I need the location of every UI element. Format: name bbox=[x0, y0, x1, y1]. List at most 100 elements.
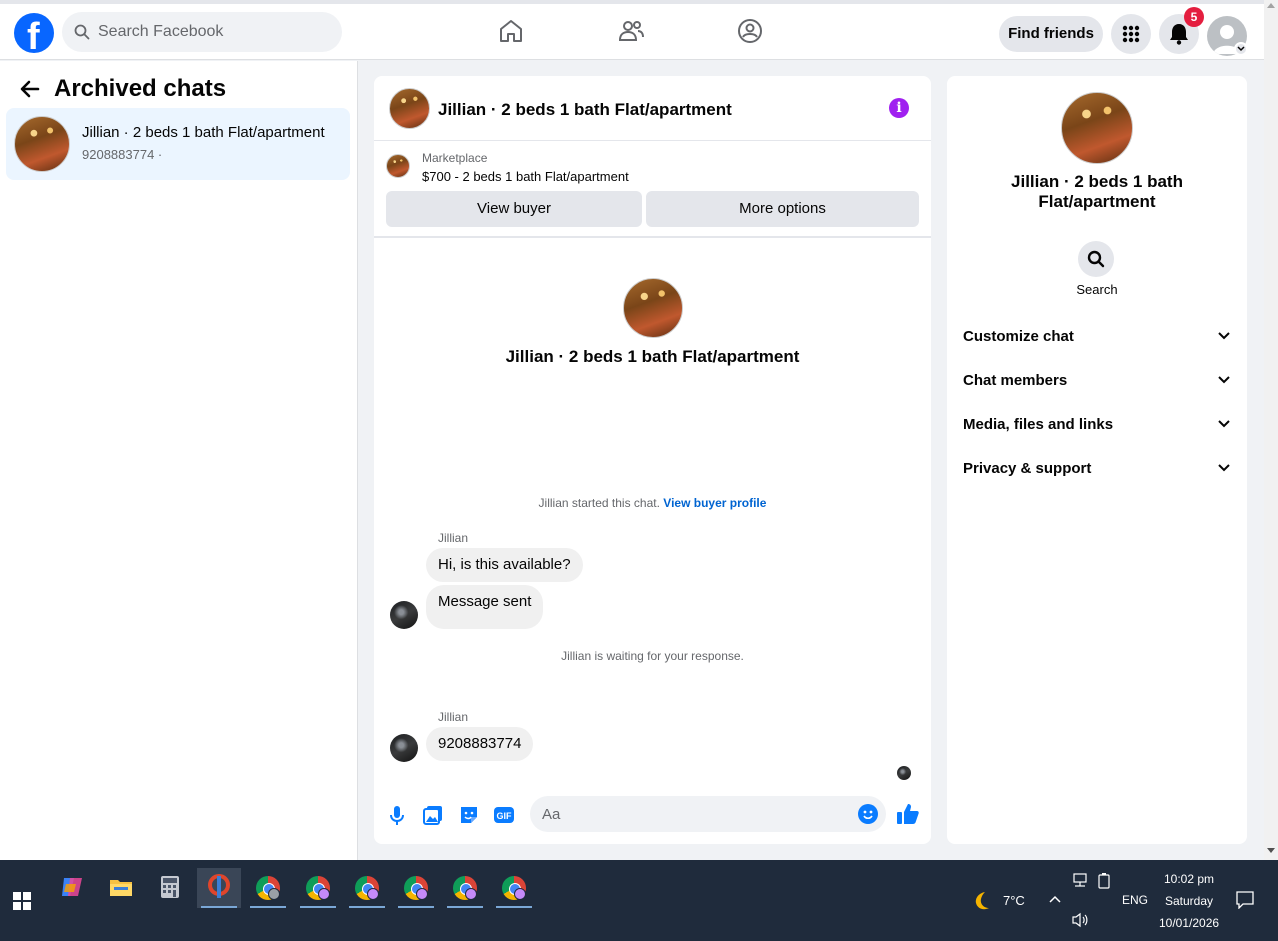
chrome-app[interactable] bbox=[443, 868, 487, 908]
clock-time[interactable]: 10:02 pm bbox=[1164, 872, 1214, 886]
page-scrollbar[interactable] bbox=[1264, 0, 1278, 860]
message-composer: GIF bbox=[374, 788, 931, 844]
windows-start-icon[interactable] bbox=[13, 892, 31, 910]
chrome-app[interactable] bbox=[394, 868, 438, 908]
like-icon[interactable] bbox=[896, 802, 920, 826]
active-indicator bbox=[349, 906, 385, 908]
chrome-app[interactable] bbox=[296, 868, 340, 908]
search-input[interactable] bbox=[98, 12, 328, 52]
marketplace-label: Marketplace bbox=[422, 151, 488, 165]
customize-chat-section[interactable]: Customize chat bbox=[955, 315, 1239, 359]
marketplace-listing: Marketplace $700 - 2 beds 1 bath Flat/ap… bbox=[374, 142, 931, 238]
active-indicator bbox=[496, 906, 532, 908]
chrome-app[interactable] bbox=[345, 868, 389, 908]
conversation-title[interactable]: Jillian · 2 beds 1 bath Flat/apartment bbox=[438, 100, 732, 120]
sticker-icon[interactable] bbox=[458, 804, 480, 826]
snipping-tool-app[interactable] bbox=[197, 868, 241, 908]
view-buyer-profile-link[interactable]: View buyer profile bbox=[663, 496, 766, 510]
account-chevron[interactable] bbox=[1234, 42, 1248, 56]
section-label: Media, files and links bbox=[963, 416, 1114, 433]
message-sender: Jillian bbox=[438, 531, 469, 545]
snipping-icon bbox=[208, 874, 230, 898]
battery-icon[interactable] bbox=[1097, 873, 1111, 889]
notification-badge: 5 bbox=[1184, 7, 1204, 27]
copilot-icon bbox=[62, 878, 82, 896]
menu-button[interactable] bbox=[1111, 14, 1151, 54]
hero-avatar bbox=[623, 278, 683, 338]
windows-taskbar: 7°C ENG 10:02 pm Saturday 10/01/2026 bbox=[0, 860, 1278, 941]
view-buyer-button[interactable]: View buyer bbox=[386, 191, 642, 227]
calculator-icon bbox=[161, 876, 179, 898]
message-bubble[interactable]: Hi, is this available? bbox=[426, 548, 583, 582]
clock-day[interactable]: Saturday bbox=[1165, 894, 1213, 908]
scroll-up-arrow[interactable] bbox=[1267, 3, 1275, 8]
chevron-up-icon[interactable] bbox=[1049, 895, 1061, 903]
gif-icon[interactable]: GIF bbox=[493, 804, 515, 826]
info-icon[interactable]: i bbox=[889, 98, 909, 118]
message-input[interactable] bbox=[530, 796, 886, 832]
section-label: Chat members bbox=[963, 372, 1068, 389]
profile-icon bbox=[514, 888, 526, 900]
chat-thumbnail bbox=[14, 116, 70, 172]
details-search-button[interactable] bbox=[1078, 241, 1114, 277]
archived-chats-panel: Archived chats Jillian · 2 beds 1 bath F… bbox=[0, 61, 358, 860]
listing-title[interactable]: $700 - 2 beds 1 bath Flat/apartment bbox=[422, 169, 629, 184]
chrome-app[interactable] bbox=[246, 868, 290, 908]
chrome-app[interactable] bbox=[492, 868, 536, 908]
weather-temp[interactable]: 7°C bbox=[1003, 893, 1025, 908]
chevron-down-icon bbox=[1237, 46, 1245, 52]
search-box[interactable] bbox=[62, 12, 342, 52]
calculator-app[interactable] bbox=[148, 868, 192, 908]
section-label: Privacy & support bbox=[963, 460, 1092, 477]
search-icon bbox=[74, 24, 90, 40]
message-bubble[interactable]: Message sent bbox=[426, 585, 544, 629]
active-indicator bbox=[250, 906, 286, 908]
more-options-button[interactable]: More options bbox=[646, 191, 919, 227]
conversation-thumbnail[interactable] bbox=[389, 88, 430, 129]
image-icon[interactable] bbox=[422, 804, 444, 826]
network-icon[interactable] bbox=[1071, 873, 1089, 887]
emoji-icon[interactable] bbox=[858, 804, 878, 824]
profile-icon bbox=[318, 888, 330, 900]
message-bubble[interactable]: 9208883774 bbox=[426, 727, 534, 761]
mic-icon[interactable] bbox=[386, 804, 408, 826]
chevron-down-icon bbox=[1218, 332, 1230, 340]
details-avatar bbox=[1061, 92, 1133, 164]
profile-icon bbox=[416, 888, 428, 900]
listing-thumbnail bbox=[386, 154, 410, 178]
active-indicator bbox=[398, 906, 434, 908]
media-files-links-section[interactable]: Media, files and links bbox=[955, 403, 1239, 447]
top-navigation-bar: f Find friends 5 bbox=[0, 0, 1264, 60]
chat-started-notice: Jillian started this chat. View buyer pr… bbox=[374, 496, 931, 510]
language-indicator[interactable]: ENG bbox=[1122, 893, 1148, 907]
chat-members-section[interactable]: Chat members bbox=[955, 359, 1239, 403]
friends-icon[interactable] bbox=[618, 18, 644, 44]
chat-name: Jillian · 2 beds 1 bath Flat/apartment bbox=[82, 124, 325, 141]
clock-date[interactable]: 10/01/2026 bbox=[1159, 916, 1219, 930]
copilot-app[interactable] bbox=[50, 868, 94, 908]
smile-icon bbox=[863, 810, 873, 820]
menu-grid-icon bbox=[1122, 25, 1140, 43]
privacy-support-section[interactable]: Privacy & support bbox=[955, 447, 1239, 491]
details-title: Jillian · 2 beds 1 bath Flat/apartment bbox=[1011, 172, 1183, 211]
sender-avatar[interactable] bbox=[390, 601, 418, 629]
find-friends-button[interactable]: Find friends bbox=[999, 16, 1103, 52]
notification-center-icon[interactable] bbox=[1236, 891, 1254, 909]
chat-preview: 9208883774 · bbox=[82, 147, 163, 162]
home-icon[interactable] bbox=[498, 18, 524, 44]
facebook-logo[interactable]: f bbox=[14, 13, 54, 58]
groups-icon[interactable] bbox=[737, 18, 763, 44]
sender-avatar[interactable] bbox=[390, 734, 418, 762]
back-arrow-icon[interactable] bbox=[18, 77, 42, 101]
waiting-notice: Jillian is waiting for your response. bbox=[561, 649, 744, 663]
chat-list-item[interactable]: Jillian · 2 beds 1 bath Flat/apartment 9… bbox=[6, 108, 350, 180]
active-indicator bbox=[447, 906, 483, 908]
page-title: Archived chats bbox=[54, 75, 227, 102]
scroll-down-arrow[interactable] bbox=[1267, 848, 1275, 853]
file-explorer-app[interactable] bbox=[99, 868, 143, 908]
svg-text:GIF: GIF bbox=[497, 811, 513, 821]
seen-indicator bbox=[897, 766, 911, 780]
conversation-panel: Jillian · 2 beds 1 bath Flat/apartment i… bbox=[374, 76, 931, 844]
speaker-icon[interactable] bbox=[1071, 912, 1089, 928]
active-indicator bbox=[201, 906, 237, 908]
